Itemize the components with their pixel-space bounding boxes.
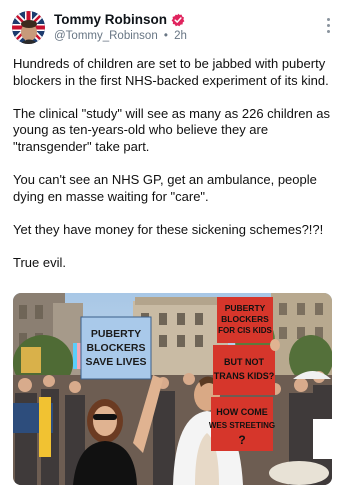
post-paragraph: True evil.: [13, 255, 66, 271]
verified-badge-icon: [171, 13, 185, 27]
post-paragraph: You can't see an NHS GP, get an ambulanc…: [13, 172, 317, 204]
author-avatar[interactable]: [12, 11, 45, 44]
post-paragraph: The clinical "study" will see as many as…: [13, 105, 331, 154]
meta-separator: •: [163, 30, 168, 42]
sign-text-line: SAVE LIVES: [85, 356, 146, 368]
post-paragraph: Hundreds of children are set to be jabbe…: [13, 56, 329, 88]
sign-text-line: BLOCKERS: [87, 342, 146, 354]
post-media-photo[interactable]: PUBERTY BLOCKERS SAVE LIVES PUBERTY BLOC…: [13, 293, 332, 485]
sign-text-line: FOR CIS KIDS: [218, 326, 272, 335]
sign-text-line: PUBERTY: [91, 328, 141, 340]
protest-photo: PUBERTY BLOCKERS SAVE LIVES PUBERTY BLOC…: [13, 293, 332, 485]
post-timestamp[interactable]: 2h: [174, 30, 187, 42]
more-vertical-icon[interactable]: [325, 18, 331, 36]
sign-text-line: BLOCKERS: [221, 314, 269, 324]
social-post: Tommy Robinson @Tommy_Robinson • 2h Hund…: [0, 0, 345, 500]
author-name-text[interactable]: Tommy Robinson: [54, 12, 167, 28]
sign-text-line: PUBERTY: [225, 303, 266, 313]
avatar-image: [12, 11, 45, 44]
sign-text-line: ?: [238, 433, 245, 447]
post-paragraph: Yet they have money for these sickening …: [13, 221, 324, 237]
sign-text-line: WES STREETING: [209, 421, 275, 430]
author-handle[interactable]: @Tommy_Robinson: [54, 30, 158, 42]
sign-text-line: BUT NOT: [224, 357, 264, 367]
sign-text-line: HOW COME: [216, 407, 268, 417]
author-name[interactable]: Tommy Robinson: [54, 12, 185, 28]
sign-text-line: TRANS KIDS?: [214, 371, 275, 381]
post-text: Hundreds of children are set to be jabbe…: [13, 56, 335, 288]
author-meta: @Tommy_Robinson • 2h: [54, 29, 187, 43]
